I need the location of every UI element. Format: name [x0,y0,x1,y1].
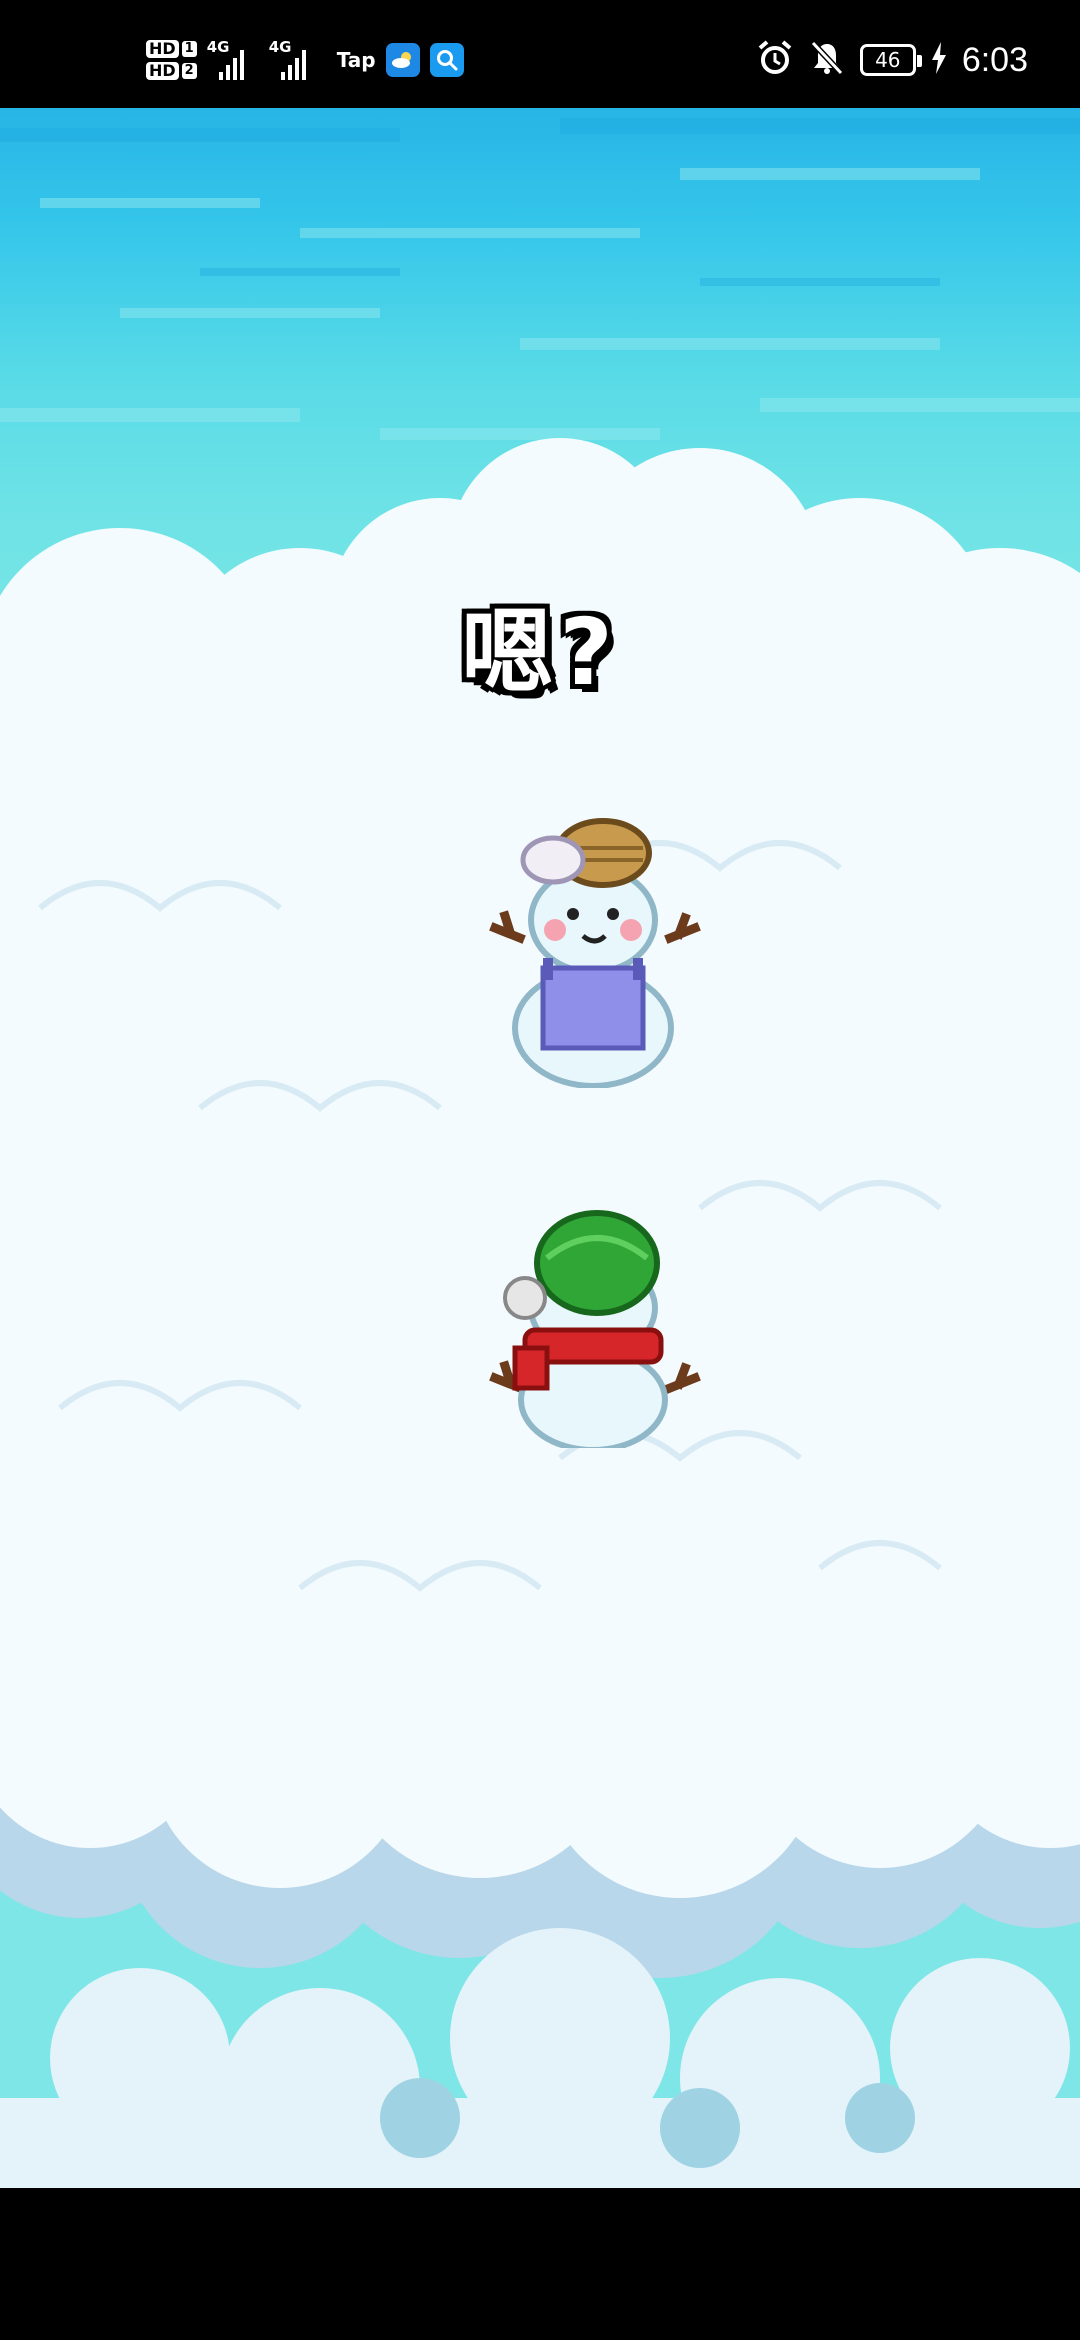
clock: 6:03 [961,40,1028,79]
sim-indicators: HD 1 HD 2 [146,40,197,80]
search-app-icon [429,43,464,77]
sim2-indicator: HD 2 [146,62,197,80]
network2-signal: 4G [269,38,321,82]
sim1-indicator: HD 1 [146,40,197,58]
game-scene[interactable]: 嗯? [0,108,1080,2188]
snowman-with-basket-hat-and-apron[interactable] [485,808,705,1088]
sim2-number: 2 [181,63,197,79]
status-bar-right: 46 6:03 [756,30,1028,90]
snowman-with-green-hat-and-red-scarf[interactable] [485,1168,705,1448]
network1-signal: 4G [207,38,259,82]
speech-text: 嗯? [461,599,619,706]
signal-bars-icon [280,50,306,80]
sim1-hd-label: HD [146,40,179,58]
status-bar: HD 1 HD 2 4G 4G Tap 46 6:03 [0,0,1080,108]
charging-icon [930,41,948,79]
signal-bars-icon [218,50,244,80]
battery-indicator: 46 [859,44,922,76]
cloud-bank [0,438,1080,2188]
sim2-hd-label: HD [146,62,179,80]
status-bar-left: HD 1 HD 2 4G 4G Tap [146,30,464,90]
tap-label: Tap [336,48,376,72]
bottom-black-bar [0,2188,1080,2340]
mute-icon [808,39,846,81]
battery-level: 46 [875,48,901,72]
alarm-icon [756,39,794,81]
weather-app-icon [385,43,420,77]
sim1-number: 1 [181,41,197,57]
